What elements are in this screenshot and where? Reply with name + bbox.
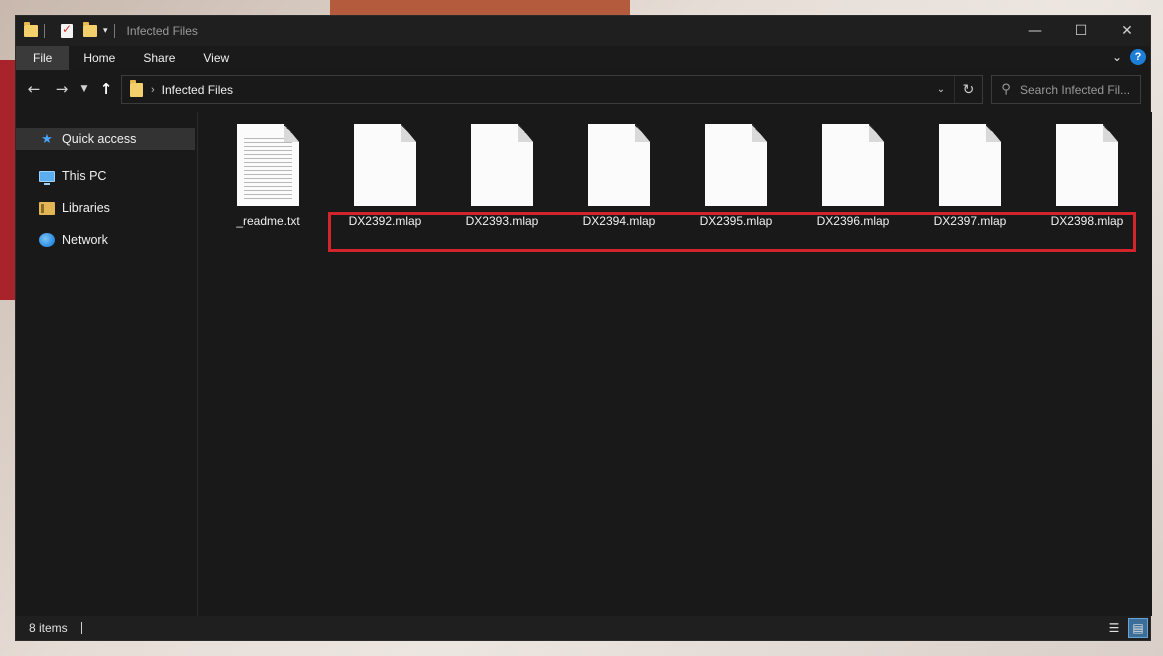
item-count: 8 items [29, 621, 68, 635]
ribbon-right: ⌄ ? [1112, 49, 1146, 65]
toolbar-separator [44, 24, 45, 38]
background-photo-detail [330, 0, 630, 16]
customize-toolbar-icon[interactable]: ▾ [103, 26, 108, 36]
navigation-bar: ← → ▼ ↑ › Infected Files ⌄ ↻ ⚲ [16, 70, 1150, 108]
properties-icon[interactable] [61, 22, 73, 38]
address-dropdown-icon[interactable]: ⌄ [928, 84, 954, 95]
folder-icon [130, 79, 143, 97]
navigation-pane: ★ Quick access This PC Libraries Network [16, 112, 198, 616]
recent-locations-icon[interactable]: ▼ [76, 84, 92, 94]
quick-access-toolbar: ▾ [16, 22, 121, 38]
folder-icon [24, 22, 38, 37]
text-document-icon [237, 124, 299, 206]
search-input[interactable] [1020, 82, 1132, 97]
sidebar-item-this-pc[interactable]: This PC [16, 160, 197, 192]
ribbon-tabs: File Home Share View ⌄ ? [16, 46, 1150, 70]
expand-ribbon-icon[interactable]: ⌄ [1112, 50, 1122, 64]
status-bar: 8 items ☰ ▤ [16, 616, 1150, 640]
address-bar[interactable]: › Infected Files ⌄ ↻ [121, 75, 983, 104]
title-bar: ▾ Infected Files — ☐ ✕ [16, 16, 1150, 46]
address-bar-actions: ⌄ ↻ [928, 76, 982, 103]
sidebar-item-label: Quick access [62, 132, 137, 146]
tab-share[interactable]: Share [129, 46, 189, 70]
large-icons-view-icon[interactable]: ▤ [1128, 618, 1148, 638]
window-title: Infected Files [126, 24, 198, 38]
help-icon[interactable]: ? [1130, 49, 1146, 65]
blank-file-icon [354, 124, 416, 206]
sidebar-item-quick-access[interactable]: ★ Quick access [16, 128, 195, 150]
forward-arrow-icon[interactable]: → [48, 80, 76, 98]
sidebar-item-label: Network [62, 233, 108, 247]
status-separator [80, 622, 82, 634]
toolbar-separator [113, 24, 115, 38]
back-arrow-icon[interactable]: ← [20, 80, 48, 98]
highlight-annotation-box [328, 212, 1136, 252]
minimize-button[interactable]: — [1012, 16, 1058, 46]
blank-file-icon [588, 124, 650, 206]
maximize-button[interactable]: ☐ [1058, 16, 1104, 46]
file-name: _readme.txt [236, 214, 300, 228]
up-arrow-icon[interactable]: ↑ [92, 80, 120, 98]
blank-file-icon [705, 124, 767, 206]
close-button[interactable]: ✕ [1104, 16, 1150, 46]
file-list: _readme.txt DX2392.mlap DX2393.mlap DX23… [199, 112, 1152, 616]
network-icon [38, 232, 56, 248]
background-photo-detail [0, 60, 16, 300]
search-box[interactable]: ⚲ [991, 75, 1141, 104]
sidebar-item-label: This PC [62, 169, 107, 183]
blank-file-icon [822, 124, 884, 206]
explorer-window: ▾ Infected Files — ☐ ✕ File Home Share V… [15, 15, 1152, 641]
tab-view[interactable]: View [189, 46, 243, 70]
tab-home[interactable]: Home [69, 46, 129, 70]
view-toggle: ☰ ▤ [1104, 618, 1148, 638]
file-item-readme[interactable]: _readme.txt [214, 124, 322, 234]
star-icon: ★ [41, 131, 53, 147]
sidebar-item-libraries[interactable]: Libraries [16, 192, 197, 224]
window-controls: — ☐ ✕ [1012, 16, 1150, 46]
breadcrumb-separator-icon[interactable]: › [151, 84, 155, 96]
blank-file-icon [1056, 124, 1118, 206]
blank-file-icon [471, 124, 533, 206]
breadcrumb-infected-files[interactable]: Infected Files [162, 83, 233, 97]
search-icon: ⚲ [1001, 82, 1011, 97]
refresh-icon[interactable]: ↻ [954, 76, 982, 103]
sidebar-item-label: Libraries [62, 201, 110, 215]
computer-icon [38, 168, 56, 185]
libraries-icon [38, 200, 56, 216]
new-folder-icon[interactable] [83, 22, 97, 37]
tab-file[interactable]: File [16, 46, 70, 70]
blank-file-icon [939, 124, 1001, 206]
details-view-icon[interactable]: ☰ [1104, 618, 1124, 638]
sidebar-item-network[interactable]: Network [16, 224, 197, 256]
